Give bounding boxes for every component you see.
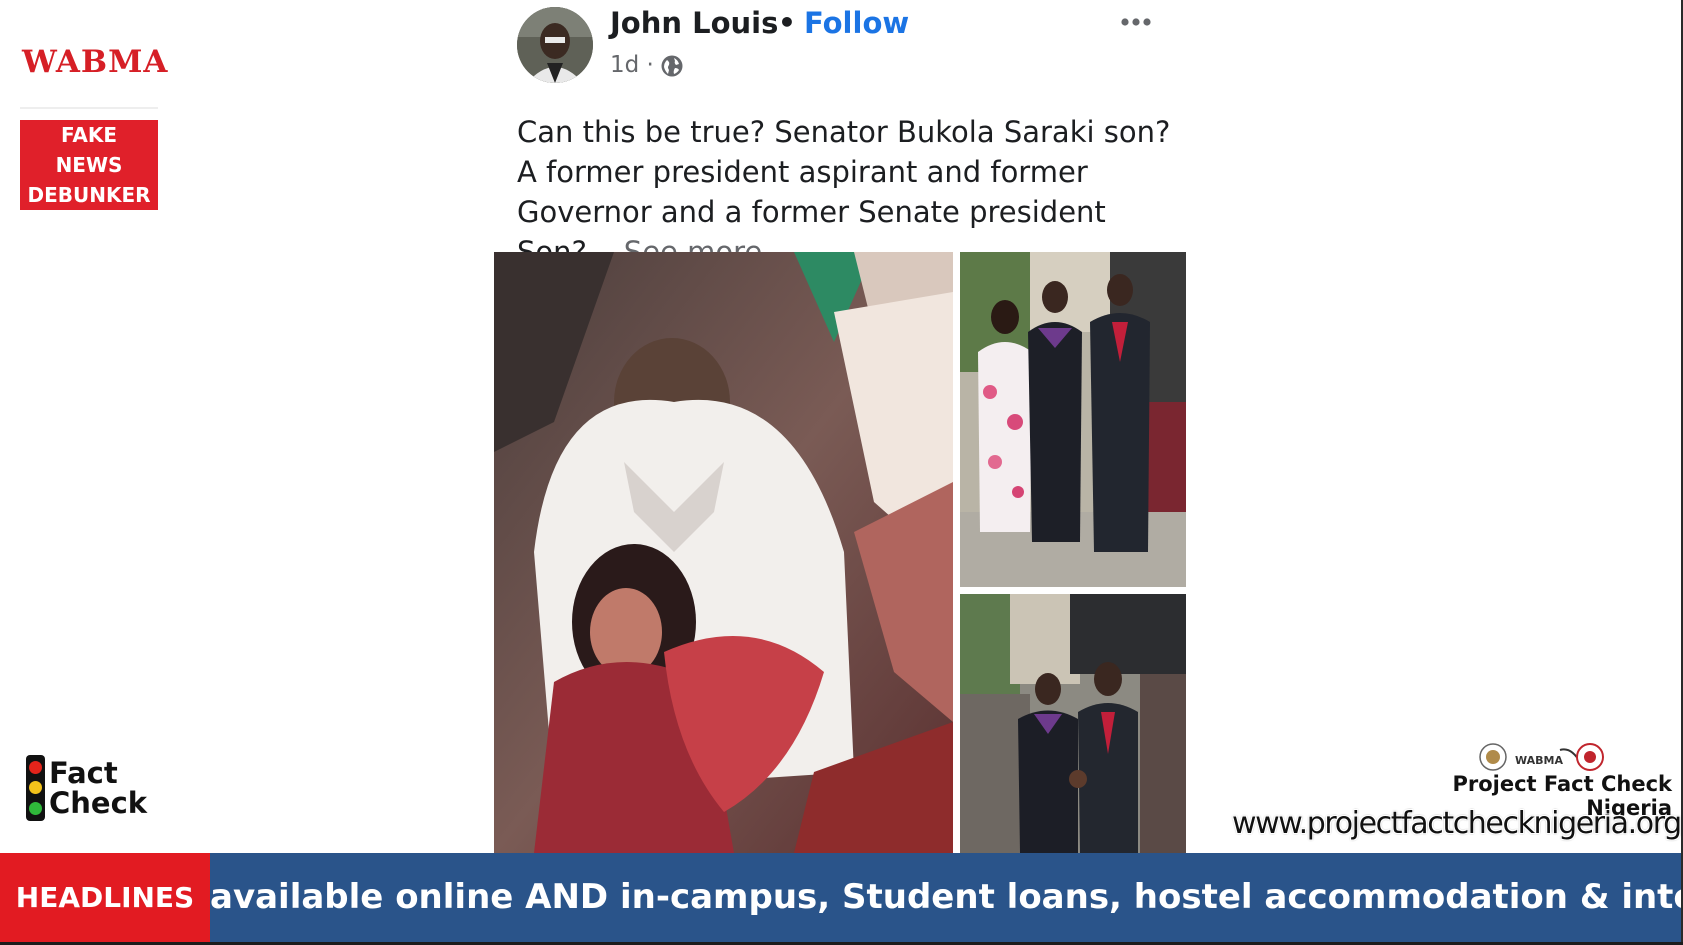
caption-text: Can this be true? Senator Bukola Saraki … — [517, 115, 1171, 269]
logo-divider — [20, 107, 158, 109]
partner-wabma-text: WABMA — [1515, 754, 1563, 767]
author-avatar[interactable] — [517, 7, 593, 83]
badge-line: NEWS — [55, 153, 123, 177]
name-separator: • — [778, 6, 796, 39]
more-options-icon[interactable] — [1117, 12, 1155, 32]
party-photo — [494, 252, 953, 853]
fake-news-debunker-badge: FAKE NEWS DEBUNKER — [20, 120, 158, 210]
post-photo-family[interactable] — [960, 252, 1186, 587]
fact-check-line: Fact — [49, 756, 118, 790]
handshake-photo — [960, 594, 1186, 853]
avatar-photo — [517, 7, 593, 83]
graduation-photo — [960, 252, 1186, 587]
post-caption: Can this be true? Senator Bukola Saraki … — [517, 112, 1187, 272]
follow-button[interactable]: Follow — [804, 6, 909, 40]
post-photo-handshake[interactable] — [960, 594, 1186, 853]
ticker-text: available online AND in-campus, Student … — [210, 877, 1681, 917]
author-name[interactable]: John Louis — [610, 6, 778, 40]
post-age[interactable]: 1d · — [610, 52, 654, 78]
wabma-logo: WABMA — [22, 44, 169, 80]
fact-check-line: Check — [49, 786, 148, 820]
partner-logos: WABMA — [1479, 743, 1604, 771]
website-url[interactable]: www.projectfactchecknigeria.org — [1232, 806, 1682, 841]
traffic-light-icon — [26, 755, 45, 821]
fact-check-logo: Fact Check — [26, 755, 147, 821]
badge-line: DEBUNKER — [27, 183, 151, 207]
badge-line: FAKE — [60, 123, 117, 147]
headlines-label: HEADLINES — [0, 853, 210, 942]
post-photo-main[interactable] — [494, 252, 953, 853]
globe-icon — [661, 55, 683, 77]
headlines-ticker: HEADLINES available online AND in-campus… — [0, 853, 1681, 942]
